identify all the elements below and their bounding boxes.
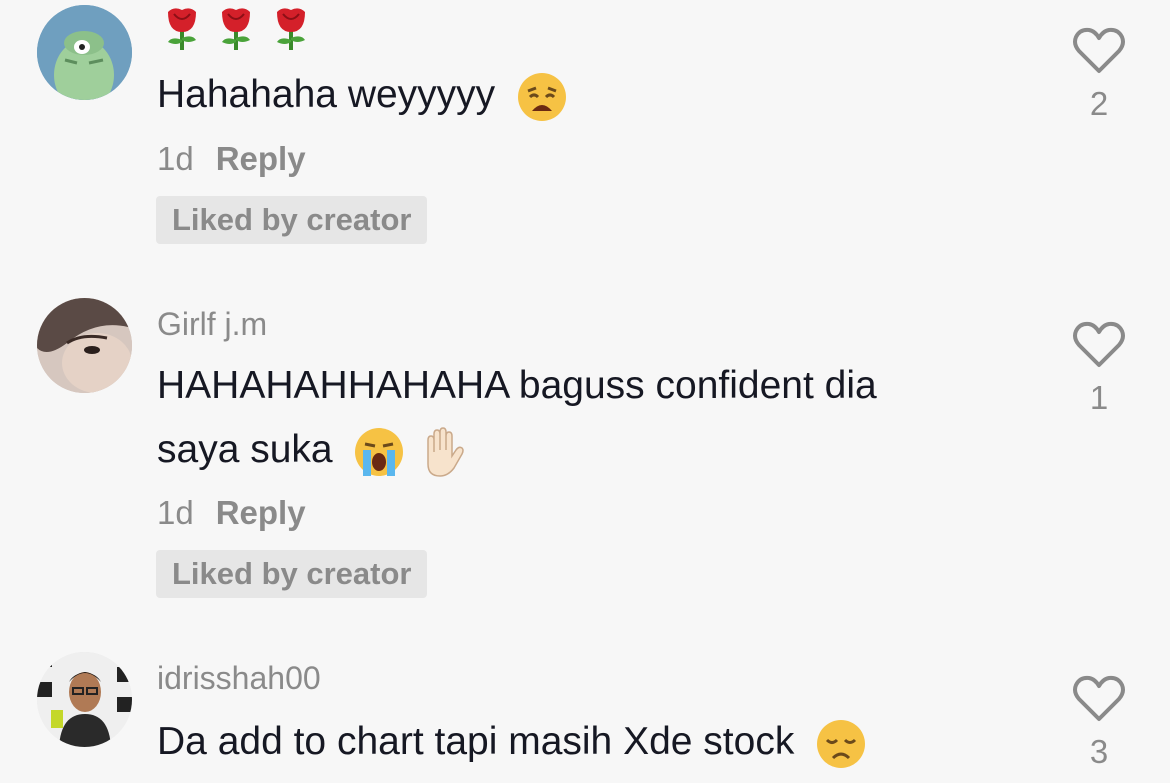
comment-text-content: Da add to chart tapi masih Xde stock [157,720,795,763]
like-control: 3 [1066,674,1132,772]
comment-username[interactable]: idrisshah00 [157,660,321,696]
avatar[interactable] [37,652,132,747]
heart-outline-icon[interactable] [1071,674,1127,724]
disappointed-face-emoji-icon [817,719,866,768]
like-count: 3 [1089,733,1109,770]
comment-text: Da add to chart tapi masih Xde stock [157,710,1037,774]
comment-item: idrisshah00 Da add to chart tapi masih X… [0,0,1170,783]
avatar-image [37,652,132,747]
